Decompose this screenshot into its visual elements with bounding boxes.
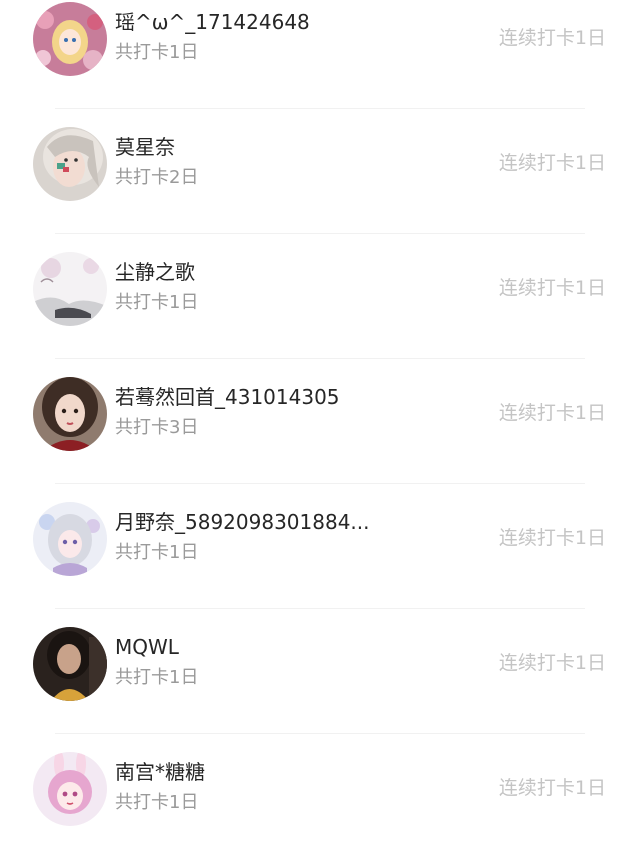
total-checkin-days: 共打卡1日 <box>115 667 199 688</box>
checkin-list: 瑶^ω^_171424648 共打卡1日 连续打卡1日 莫星奈 共打卡2日 连续… <box>0 0 640 859</box>
avatar[interactable] <box>33 2 107 76</box>
avatar-anime-girl-flowers-icon <box>33 2 107 76</box>
user-name: 月野奈_5892098301884... <box>115 510 370 534</box>
streak-checkin-days: 连续打卡1日 <box>498 652 606 674</box>
avatar[interactable] <box>33 252 107 326</box>
avatar-dark-hair-girl-icon <box>33 377 107 451</box>
user-name: MQWL <box>115 635 179 659</box>
user-name: 若蓦然回首_431014305 <box>115 385 340 409</box>
user-name: 瑶^ω^_171424648 <box>115 10 310 34</box>
list-item[interactable]: 莫星奈 共打卡2日 连续打卡1日 <box>0 109 640 234</box>
avatar[interactable] <box>33 127 107 201</box>
streak-checkin-days: 连续打卡1日 <box>498 152 606 174</box>
avatar-anime-silver-hair-icon <box>33 502 107 576</box>
total-checkin-days: 共打卡2日 <box>115 167 199 188</box>
total-checkin-days: 共打卡1日 <box>115 42 199 63</box>
streak-checkin-days: 连续打卡1日 <box>498 27 606 49</box>
user-name: 南宫*糖糖 <box>115 760 205 784</box>
streak-checkin-days: 连续打卡1日 <box>498 277 606 299</box>
avatar[interactable] <box>33 377 107 451</box>
avatar-dark-photo-icon <box>33 627 107 701</box>
avatar[interactable] <box>33 502 107 576</box>
avatar[interactable] <box>33 627 107 701</box>
user-name: 莫星奈 <box>115 135 175 159</box>
list-item[interactable]: 瑶^ω^_171424648 共打卡1日 连续打卡1日 <box>0 0 640 109</box>
streak-checkin-days: 连续打卡1日 <box>498 402 606 424</box>
avatar-ink-landscape-icon <box>33 252 107 326</box>
streak-checkin-days: 连续打卡1日 <box>498 777 606 799</box>
list-item[interactable]: 尘静之歌 共打卡1日 连续打卡1日 <box>0 234 640 359</box>
list-item[interactable]: 月野奈_5892098301884... 共打卡1日 连续打卡1日 <box>0 484 640 609</box>
total-checkin-days: 共打卡1日 <box>115 292 199 313</box>
avatar-girl-face-paint-icon <box>33 127 107 201</box>
streak-checkin-days: 连续打卡1日 <box>498 527 606 549</box>
list-item[interactable]: MQWL 共打卡1日 连续打卡1日 <box>0 609 640 734</box>
avatar[interactable] <box>33 752 107 826</box>
user-name: 尘静之歌 <box>115 260 195 284</box>
total-checkin-days: 共打卡3日 <box>115 417 199 438</box>
total-checkin-days: 共打卡1日 <box>115 792 199 813</box>
total-checkin-days: 共打卡1日 <box>115 542 199 563</box>
avatar-anime-bunny-girl-icon <box>33 752 107 826</box>
list-item[interactable]: 南宫*糖糖 共打卡1日 连续打卡1日 <box>0 734 640 859</box>
list-item[interactable]: 若蓦然回首_431014305 共打卡3日 连续打卡1日 <box>0 359 640 484</box>
